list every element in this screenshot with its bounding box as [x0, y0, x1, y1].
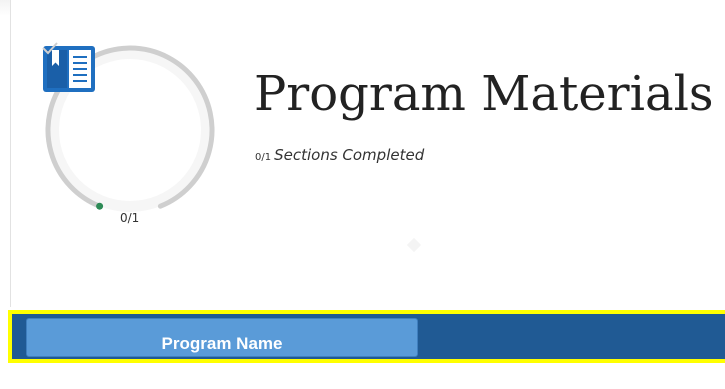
- gauge-count: 0/1: [120, 211, 140, 225]
- sections-label: Sections Completed: [274, 146, 425, 164]
- program-name-label: Program Name: [161, 334, 283, 353]
- progress-dot: [96, 202, 104, 210]
- sections-completed: 0/1 Sections Completed: [255, 146, 424, 164]
- program-name-button[interactable]: Program Name: [26, 318, 418, 357]
- check-icon: [42, 42, 58, 55]
- page-title: Program Materials: [254, 66, 714, 122]
- progress-gauge: 0/1: [40, 40, 220, 225]
- program-bar: Program Name: [8, 310, 725, 363]
- sections-fraction: 0/1: [255, 152, 272, 163]
